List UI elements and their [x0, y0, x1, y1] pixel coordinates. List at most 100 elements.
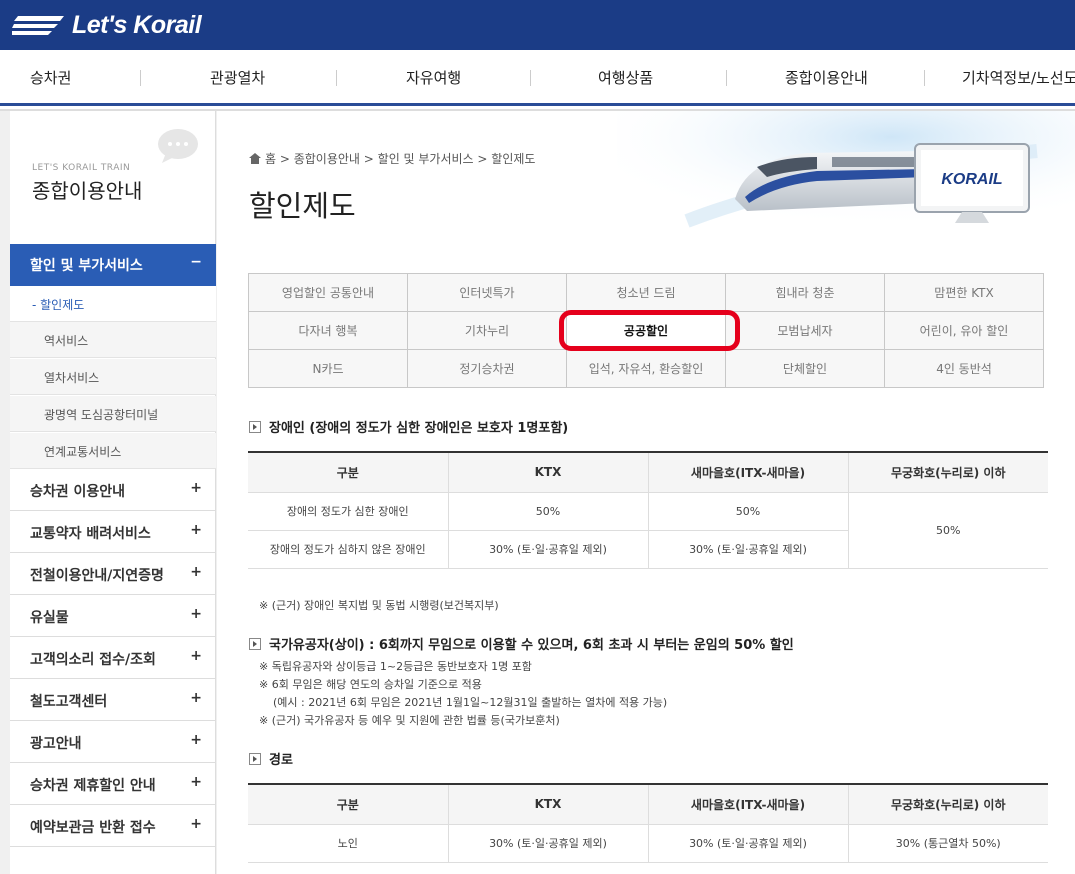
section-veteran-title-text: 국가유공자(상이) : 6회까지 무임으로 이용할 수 있으며, 6회 초과 시… [269, 638, 794, 653]
tab-public-discount[interactable]: 공공할인 [566, 311, 726, 350]
collapse-icon: − [190, 254, 202, 270]
tab-group-discount[interactable]: 단체할인 [725, 349, 885, 388]
expand-icon: + [190, 564, 202, 580]
col-header: 새마을호(ITX-새마을) [647, 451, 849, 493]
col-header: 무궁화호(누리로) 이하 [847, 783, 1048, 825]
ktx-banner-image: KORAIL [617, 111, 1075, 241]
tab-standing-transfer[interactable]: 입석, 자유석, 환승할인 [566, 349, 726, 388]
left-nav-subtitle: LET'S KORAIL TRAIN [32, 163, 131, 173]
discount-tabs: 영업할인 공통안내 인터넷특가 청소년 드림 힘내라 청춘 맘편한 KTX 다자… [248, 273, 1044, 388]
menu-ticket-guide[interactable]: 승차권 이용안내 + [10, 469, 216, 511]
table-cell: 30% (토·일·공휴일 제외) [647, 823, 849, 863]
menu-label: 승차권 이용안내 [30, 484, 126, 500]
section-senior-title: 경로 [249, 749, 293, 768]
table-cell: 장애의 정도가 심하지 않은 장애인 [248, 529, 449, 569]
expand-icon: + [190, 774, 202, 790]
nav-free-travel[interactable]: 자유여행 [406, 67, 461, 88]
expand-icon: + [190, 522, 202, 538]
top-header-bar: Let's Korail [0, 0, 1075, 50]
tab-internet-special[interactable]: 인터넷특가 [407, 273, 567, 312]
nav-divider [336, 70, 337, 86]
nav-travel-products[interactable]: 여행상품 [598, 67, 653, 88]
nav-divider [530, 70, 531, 86]
expand-icon: + [190, 480, 202, 496]
tab-commuter-ticket[interactable]: 정기승차권 [407, 349, 567, 388]
menu-customer-voice[interactable]: 고객의소리 접수/조회 + [10, 637, 216, 679]
nav-tour-trains[interactable]: 관광열차 [210, 67, 265, 88]
menu-label: 광고안내 [30, 736, 82, 752]
tab-model-taxpayer[interactable]: 모범납세자 [725, 311, 885, 350]
veteran-note: ※ (근거) 국가유공자 등 예우 및 지원에 관한 법률 등(국가보훈처) [259, 714, 560, 727]
tab-four-seat[interactable]: 4인 동반석 [884, 349, 1044, 388]
table-cell: 30% (토·일·공휴일 제외) [447, 529, 649, 569]
menu-partner-discount[interactable]: 승차권 제휴할인 안내 + [10, 763, 216, 805]
korail-logo[interactable]: Let's Korail [12, 11, 202, 40]
submenu-train-service[interactable]: 열차서비스 [10, 359, 216, 395]
logo-text: Let's Korail [72, 11, 202, 39]
banner-korail-text: KORAIL [941, 171, 1002, 188]
bullet-arrow-icon [249, 752, 261, 765]
submenu-discount-system[interactable]: - 할인제도 [10, 286, 216, 322]
menu-label: 예약보관금 반환 접수 [30, 820, 156, 836]
tab-n-card[interactable]: N카드 [248, 349, 408, 388]
submenu-gwangmyeong-terminal[interactable]: 광명역 도심공항터미널 [10, 396, 216, 432]
disabled-table: 구분 KTX 새마을호(ITX-새마을) 무궁화호(누리로) 이하 장애의 정도… [248, 451, 1048, 569]
expand-icon: + [190, 606, 202, 622]
expand-icon: + [190, 732, 202, 748]
left-nav-area: LET'S KORAIL TRAIN 종합이용안내 할인 및 부가서비스 − -… [0, 111, 217, 874]
nav-tickets[interactable]: 승차권 [30, 67, 71, 88]
korail-logo-icon [12, 15, 64, 35]
tab-cheer-up-youth[interactable]: 힘내라 청춘 [725, 273, 885, 312]
menu-customer-center[interactable]: 철도고객센터 + [10, 679, 216, 721]
breadcrumb-text: 홈 > 종합이용안내 > 할인 및 부가서비스 > 할인제도 [265, 152, 536, 166]
tab-business-discount[interactable]: 영업할인 공통안내 [248, 273, 408, 312]
nav-divider [140, 70, 141, 86]
disabled-note: ※ (근거) 장애인 복지법 및 동법 시행령(보건복지부) [259, 599, 499, 612]
menu-accessibility[interactable]: 교통약자 배려서비스 + [10, 511, 216, 553]
nav-general-info[interactable]: 종합이용안내 [785, 67, 868, 88]
col-header: KTX [447, 783, 649, 825]
menu-label: 교통약자 배려서비스 [30, 526, 151, 542]
section-senior-title-text: 경로 [269, 753, 293, 768]
menu-deposit-refund[interactable]: 예약보관금 반환 접수 + [10, 805, 216, 847]
col-header: 새마을호(ITX-새마을) [647, 783, 849, 825]
left-nav-header: LET'S KORAIL TRAIN 종합이용안내 [10, 111, 216, 244]
tab-gicha-nuri[interactable]: 기차누리 [407, 311, 567, 350]
global-nav: 승차권 관광열차 자유여행 여행상품 종합이용안내 기차역정보/노선도 [0, 50, 1075, 106]
menu-label: 고객의소리 접수/조회 [30, 652, 156, 668]
menu-label: 철도고객센터 [30, 694, 108, 710]
senior-table: 구분 KTX 새마을호(ITX-새마을) 무궁화호(누리로) 이하 노인 30%… [248, 783, 1048, 863]
bullet-arrow-icon [249, 637, 261, 650]
table-cell: 30% (토·일·공휴일 제외) [447, 823, 649, 863]
tab-comfortable-ktx[interactable]: 맘편한 KTX [884, 273, 1044, 312]
tab-multi-child[interactable]: 다자녀 행복 [248, 311, 408, 350]
submenu-transit-service[interactable]: 연계교통서비스 [10, 433, 216, 469]
table-cell: 30% (통근열차 50%) [847, 823, 1048, 863]
menu-lost-items[interactable]: 유실물 + [10, 595, 216, 637]
veteran-note: ※ 6회 무임은 해당 연도의 승차일 기준으로 적용 [259, 678, 482, 691]
menu-metro-guide[interactable]: 전철이용안내/지연증명 + [10, 553, 216, 595]
col-header: KTX [447, 451, 649, 493]
page-title: 할인제도 [249, 189, 356, 223]
section-veteran-title: 국가유공자(상이) : 6회까지 무임으로 이용할 수 있으며, 6회 초과 시… [249, 634, 794, 653]
main-content: KORAIL 홈 > 종합이용안내 > 할인 및 부가서비스 > 할인제도 할인… [217, 111, 1075, 874]
section-disabled-title-text: 장애인 (장애의 정도가 심한 장애인은 보호자 1명포함) [269, 421, 569, 436]
section-disabled-title: 장애인 (장애의 정도가 심한 장애인은 보호자 1명포함) [249, 417, 568, 436]
table-cell: 장애의 정도가 심한 장애인 [248, 491, 449, 531]
menu-label: 승차권 제휴할인 안내 [30, 778, 156, 794]
menu-discount-services[interactable]: 할인 및 부가서비스 − [10, 244, 216, 286]
tab-child-infant[interactable]: 어린이, 유아 할인 [884, 311, 1044, 350]
menu-advertising[interactable]: 광고안내 + [10, 721, 216, 763]
home-icon[interactable] [249, 153, 261, 164]
bullet-arrow-icon [249, 420, 261, 433]
breadcrumb: 홈 > 종합이용안내 > 할인 및 부가서비스 > 할인제도 [249, 150, 535, 167]
table-cell: 50% [447, 491, 649, 531]
nav-divider [924, 70, 925, 86]
veteran-note: ※ 독립유공자와 상이등급 1~2등급은 동반보호자 1명 포함 [259, 660, 532, 673]
nav-station-info[interactable]: 기차역정보/노선도 [962, 67, 1075, 88]
left-nav: LET'S KORAIL TRAIN 종합이용안내 할인 및 부가서비스 − -… [10, 111, 216, 874]
left-nav-title: 종합이용안내 [32, 179, 143, 203]
submenu-station-service[interactable]: 역서비스 [10, 322, 216, 358]
veteran-note: (예시 : 2021년 6회 무임은 2021년 1월1일~12월31일 출발하… [273, 696, 668, 709]
tab-youth-dream[interactable]: 청소년 드림 [566, 273, 726, 312]
